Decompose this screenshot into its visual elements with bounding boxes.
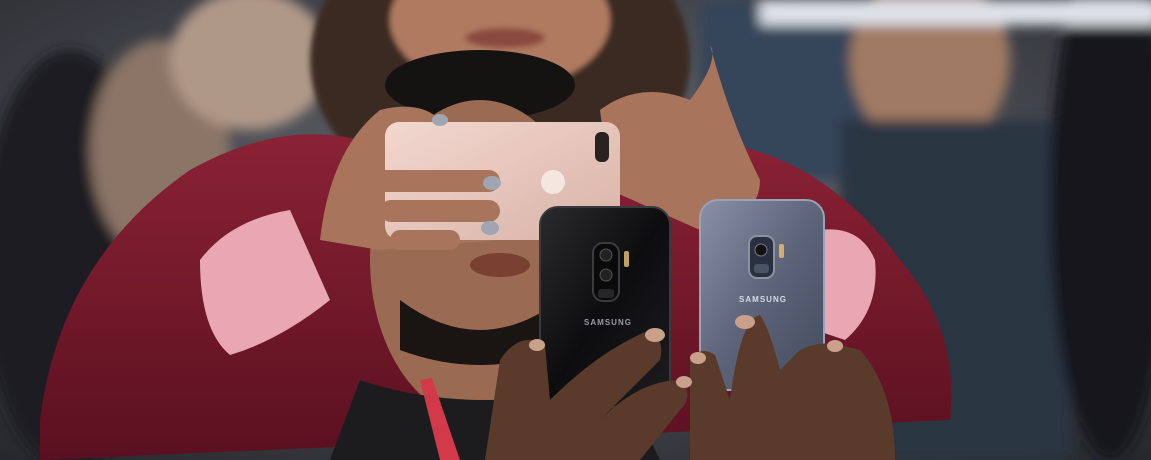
apple-logo-icon — [541, 170, 565, 194]
phone-brand-label: SAMSUNG — [739, 295, 787, 304]
photo-scene: SAMSUNG SAMSUNG — [0, 0, 1151, 460]
phone-comparison-photo: SAMSUNG SAMSUNG — [0, 0, 1151, 460]
phone-brand-label: SAMSUNG — [584, 318, 632, 327]
